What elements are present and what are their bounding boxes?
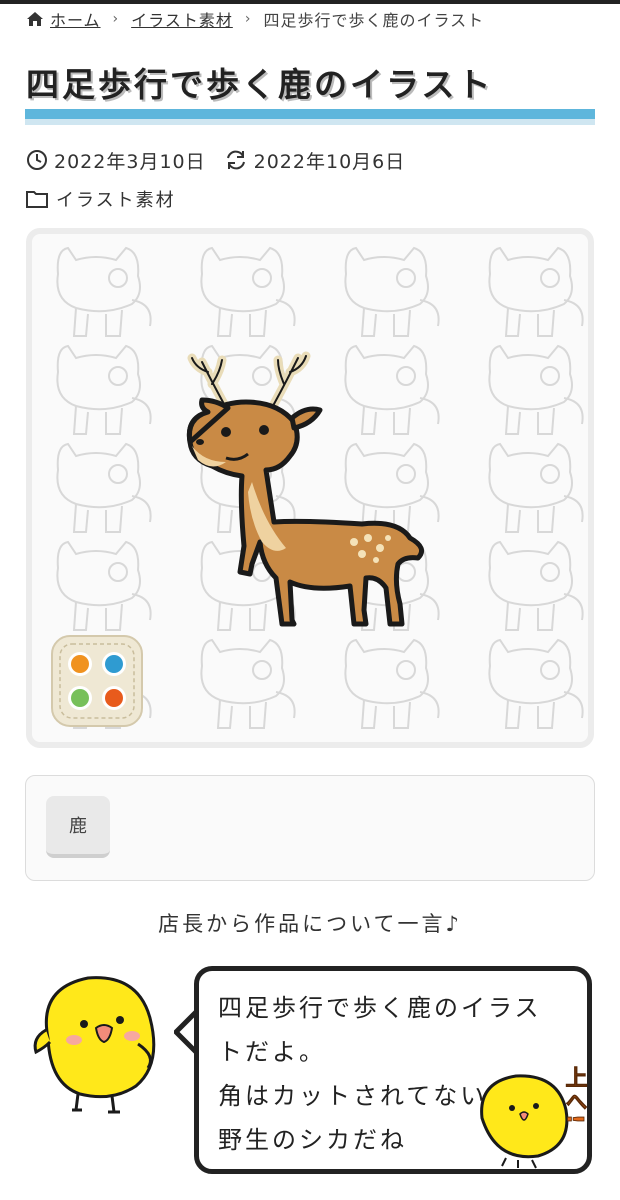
- updated-date: 2022年10月6日: [253, 150, 406, 173]
- title-underline: [25, 109, 595, 119]
- post-category[interactable]: イラスト素材: [26, 186, 176, 212]
- deer-illustration: [186, 351, 425, 627]
- comment-heading: 店長から作品について一言♪: [158, 912, 462, 936]
- chevron-right-icon: ›: [244, 11, 252, 27]
- title-underline-shadow: [25, 119, 595, 125]
- published-date: 2022年3月10日: [54, 150, 206, 173]
- page-title: 四足歩行で歩く鹿のイラスト: [26, 65, 494, 104]
- category-link[interactable]: イラスト素材: [56, 186, 176, 212]
- app-icon[interactable]: [50, 634, 144, 728]
- back-to-top-button[interactable]: 上へ!: [472, 1048, 602, 1178]
- home-icon: [27, 12, 43, 26]
- back-to-top-label[interactable]: 上へ!: [561, 1066, 588, 1127]
- clock-icon: [27, 150, 47, 170]
- breadcrumb-current: 四足歩行で歩く鹿のイラスト: [263, 11, 485, 30]
- chick-character: [33, 976, 156, 1114]
- top-bar: [0, 0, 620, 4]
- folder-icon: [26, 191, 48, 208]
- breadcrumb: ホーム › イラスト素材 › 四足歩行で歩く鹿のイラスト: [26, 8, 484, 30]
- refresh-icon: [226, 150, 245, 170]
- breadcrumb-category-link[interactable]: イラスト素材: [131, 7, 233, 31]
- tag-list: 鹿: [25, 775, 595, 881]
- chevron-right-icon: ›: [112, 11, 120, 27]
- post-dates: 2022年3月10日 2022年10月6日: [26, 146, 405, 174]
- breadcrumb-home-link[interactable]: ホーム: [50, 7, 101, 31]
- featured-image: [26, 228, 594, 748]
- tag-button[interactable]: 鹿: [46, 796, 110, 858]
